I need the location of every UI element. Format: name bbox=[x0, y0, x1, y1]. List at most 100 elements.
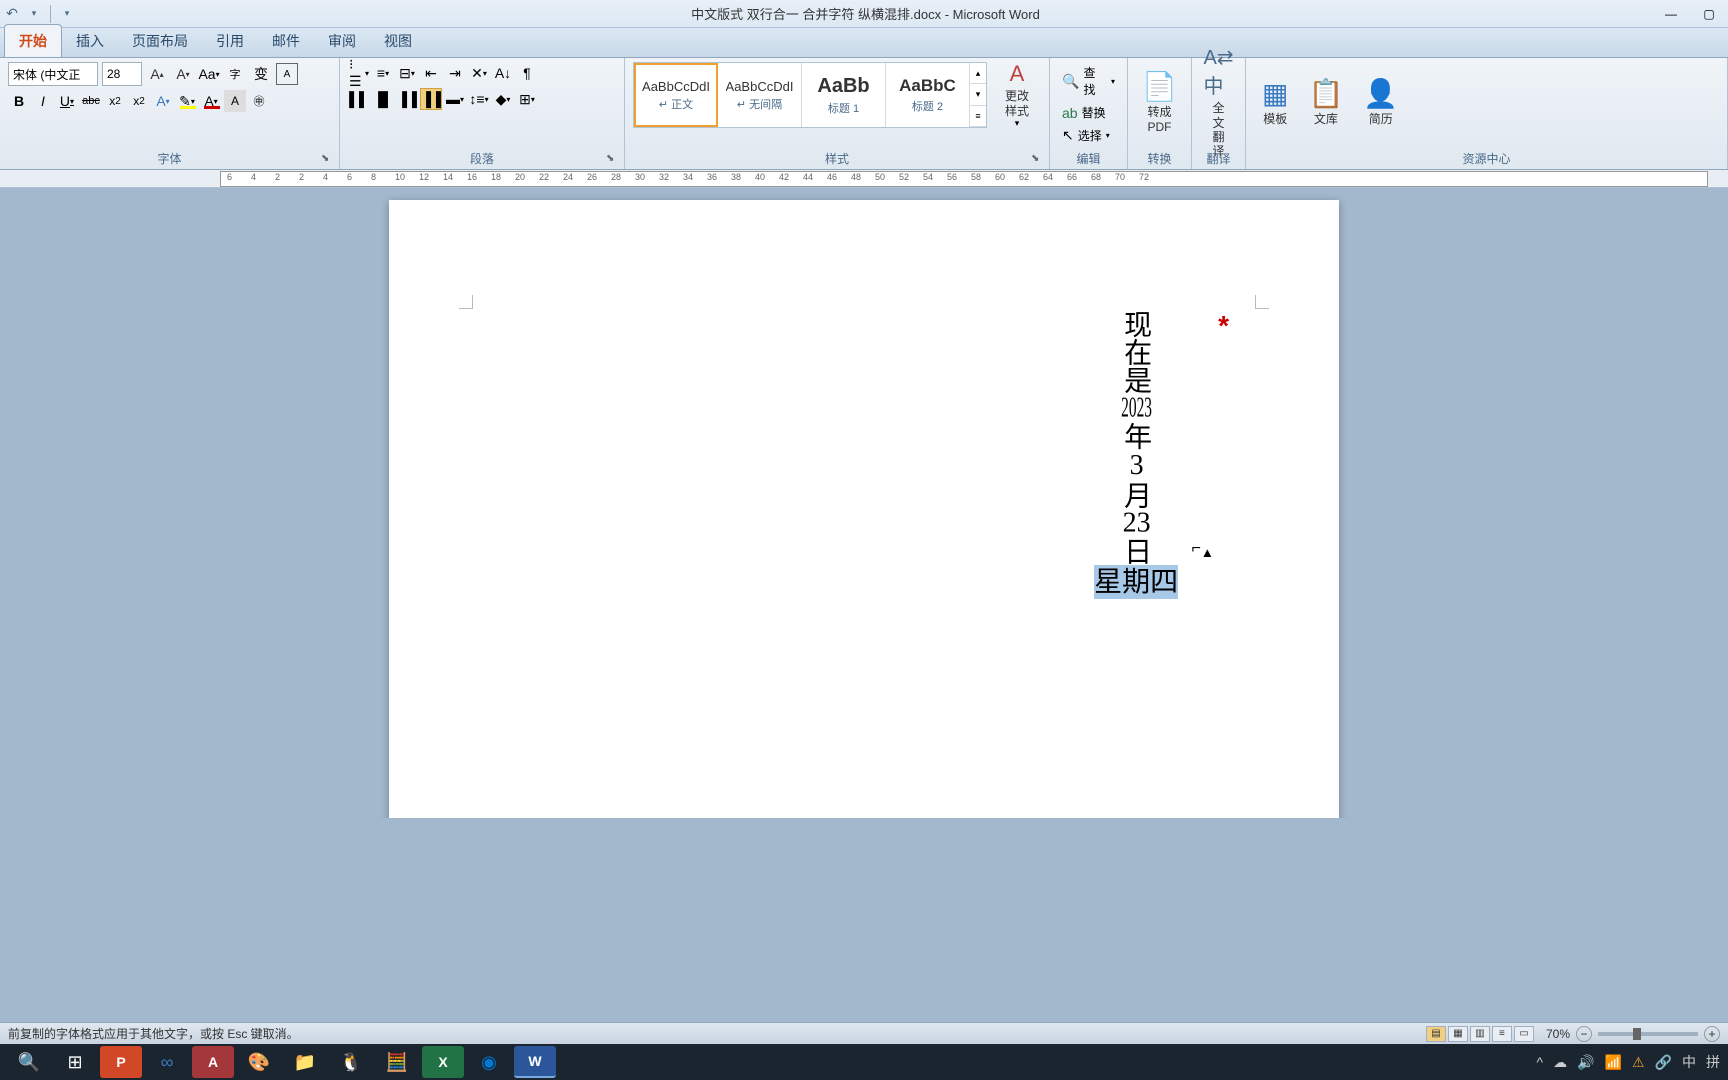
zoom-level[interactable]: 70% bbox=[1546, 1027, 1570, 1041]
subscript-button[interactable]: x2 bbox=[104, 90, 126, 112]
selected-text[interactable]: 星期四 bbox=[1094, 565, 1178, 599]
borders-button[interactable]: ⊞▾ bbox=[516, 88, 538, 110]
tab-mailings[interactable]: 邮件 bbox=[258, 25, 314, 57]
style-heading1[interactable]: AaBb 标题 1 bbox=[802, 63, 886, 127]
tab-references[interactable]: 引用 bbox=[202, 25, 258, 57]
convert-pdf-button[interactable]: 📄 转成PDF bbox=[1136, 62, 1183, 142]
task-view-button[interactable]: ⊞ bbox=[54, 1046, 96, 1078]
link-icon[interactable]: 🔗 bbox=[1655, 1054, 1672, 1071]
strikethrough-button[interactable]: abc bbox=[80, 90, 102, 112]
maximize-button[interactable]: ▢ bbox=[1694, 4, 1724, 24]
paragraph-group-launcher[interactable]: ⬊ bbox=[606, 153, 620, 167]
zoom-in-button[interactable]: + bbox=[1704, 1026, 1720, 1042]
powerpoint-app[interactable]: P bbox=[100, 1046, 142, 1078]
resume-button[interactable]: 👤 简历 bbox=[1355, 62, 1406, 142]
font-name-select[interactable] bbox=[8, 62, 98, 86]
font-color-button[interactable]: A▾ bbox=[200, 90, 222, 112]
numbering-button[interactable]: ≡▾ bbox=[372, 62, 394, 84]
text-effects-button[interactable]: A▾ bbox=[152, 90, 174, 112]
shading-button[interactable]: ◆▾ bbox=[492, 88, 514, 110]
baidu-app[interactable]: ∞ bbox=[146, 1046, 188, 1078]
asian-layout-button[interactable]: ✕▾ bbox=[468, 62, 490, 84]
excel-app[interactable]: X bbox=[422, 1046, 464, 1078]
char-shading-button[interactable]: A bbox=[224, 90, 246, 112]
change-styles-button[interactable]: A 更改样式 ▾ bbox=[993, 62, 1041, 128]
increase-indent-button[interactable]: ⇥ bbox=[444, 62, 466, 84]
vertical-text-column[interactable]: 现在是2023年3月23日星期四 bbox=[1094, 310, 1178, 599]
tab-layout[interactable]: 页面布局 bbox=[118, 25, 202, 57]
italic-button[interactable]: I bbox=[32, 90, 54, 112]
styles-scroll-down[interactable]: ▾ bbox=[970, 84, 986, 105]
underline-button[interactable]: U▾ bbox=[56, 90, 78, 112]
templates-button[interactable]: ▦ 模板 bbox=[1254, 62, 1296, 142]
explorer-app[interactable]: 📁 bbox=[284, 1046, 326, 1078]
tab-review[interactable]: 审阅 bbox=[314, 25, 370, 57]
tab-insert[interactable]: 插入 bbox=[62, 25, 118, 57]
align-center-button[interactable]: ▐▌ bbox=[372, 88, 394, 110]
zoom-slider[interactable] bbox=[1598, 1032, 1698, 1036]
superscript-button[interactable]: x2 bbox=[128, 90, 150, 112]
change-case-button[interactable]: Aa▾ bbox=[198, 63, 220, 85]
edge-app[interactable]: ◉ bbox=[468, 1046, 510, 1078]
font-size-select[interactable] bbox=[102, 62, 142, 86]
bold-button[interactable]: B bbox=[8, 90, 30, 112]
phonetic-guide-button[interactable]: 字 bbox=[224, 63, 246, 85]
translate-button[interactable]: A⇄中 全文 翻译 bbox=[1200, 62, 1237, 142]
draft-view[interactable]: ▭ bbox=[1514, 1026, 1534, 1042]
minimize-button[interactable]: — bbox=[1656, 4, 1686, 24]
qat-customize[interactable] bbox=[59, 6, 75, 22]
ime-mode[interactable]: 拼 bbox=[1706, 1052, 1720, 1072]
zoom-out-button[interactable]: − bbox=[1576, 1026, 1592, 1042]
security-icon[interactable]: ⚠ bbox=[1632, 1054, 1645, 1071]
network-icon[interactable]: 📶 bbox=[1605, 1054, 1622, 1071]
styles-expand[interactable]: ≡ bbox=[970, 106, 986, 127]
shrink-font-button[interactable]: A▾ bbox=[172, 63, 194, 85]
style-normal[interactable]: AaBbCcDdI ↵ 正文 bbox=[634, 63, 718, 127]
web-layout-view[interactable]: ▥ bbox=[1470, 1026, 1490, 1042]
style-heading2[interactable]: AaBbC 标题 2 bbox=[886, 63, 970, 127]
word-app[interactable]: W bbox=[514, 1046, 556, 1078]
find-button[interactable]: 🔍查找▾ bbox=[1058, 62, 1119, 100]
calculator-app[interactable]: 🧮 bbox=[376, 1046, 418, 1078]
zoom-thumb[interactable] bbox=[1633, 1028, 1641, 1040]
style-no-spacing[interactable]: AaBbCcDdI ↵ 无间隔 bbox=[718, 63, 802, 127]
qq-app[interactable]: 🐧 bbox=[330, 1046, 372, 1078]
decrease-indent-button[interactable]: ⇤ bbox=[420, 62, 442, 84]
character-border-button[interactable]: 变 bbox=[250, 63, 272, 85]
document-area[interactable]: * 现在是2023年3月23日星期四 ⌐▲ 01:44 bbox=[0, 188, 1728, 818]
undo-dropdown[interactable] bbox=[26, 6, 42, 22]
sort-button[interactable]: A↓ bbox=[492, 62, 514, 84]
enclose-char-button[interactable]: A bbox=[276, 63, 298, 85]
tab-view[interactable]: 视图 bbox=[370, 25, 426, 57]
undo-button[interactable] bbox=[4, 6, 20, 22]
line-spacing-button[interactable]: ↕≡▾ bbox=[468, 88, 490, 110]
paint-app[interactable]: 🎨 bbox=[238, 1046, 280, 1078]
replace-button[interactable]: ab替换 bbox=[1058, 102, 1119, 123]
highlight-button[interactable]: ✎▾ bbox=[176, 90, 198, 112]
outline-view[interactable]: ≡ bbox=[1492, 1026, 1512, 1042]
distribute-button[interactable]: ▬▾ bbox=[444, 88, 466, 110]
justify-button[interactable]: ▐▐ bbox=[420, 88, 442, 110]
multilevel-list-button[interactable]: ⊟▾ bbox=[396, 62, 418, 84]
styles-scroll-up[interactable]: ▴ bbox=[970, 63, 986, 84]
search-button[interactable]: 🔍 bbox=[8, 1046, 50, 1078]
grow-font-button[interactable]: A▴ bbox=[146, 63, 168, 85]
horizontal-ruler[interactable]: 6422468101214161820222426283032343638404… bbox=[220, 171, 1708, 187]
align-left-button[interactable]: ▌▌ bbox=[348, 88, 370, 110]
library-button[interactable]: 📋 文库 bbox=[1300, 62, 1351, 142]
enclose-button[interactable]: ㊥ bbox=[248, 90, 270, 112]
onedrive-icon[interactable]: ☁ bbox=[1553, 1054, 1567, 1071]
styles-group-launcher[interactable]: ⬊ bbox=[1031, 153, 1045, 167]
access-app[interactable]: A bbox=[192, 1046, 234, 1078]
font-group-launcher[interactable]: ⬊ bbox=[321, 153, 335, 167]
select-button[interactable]: ↖选择▾ bbox=[1058, 125, 1119, 146]
print-layout-view[interactable]: ▤ bbox=[1426, 1026, 1446, 1042]
volume-icon[interactable]: 🔊 bbox=[1577, 1054, 1594, 1071]
bullets-button[interactable]: ⁝☰▾ bbox=[348, 62, 370, 84]
align-right-button[interactable]: ▐▐ bbox=[396, 88, 418, 110]
ime-lang[interactable]: 中 bbox=[1682, 1052, 1696, 1072]
tab-home[interactable]: 开始 bbox=[4, 24, 62, 57]
show-marks-button[interactable]: ¶ bbox=[516, 62, 538, 84]
tray-expand[interactable]: ^ bbox=[1537, 1054, 1544, 1070]
fullscreen-reading-view[interactable]: ▦ bbox=[1448, 1026, 1468, 1042]
